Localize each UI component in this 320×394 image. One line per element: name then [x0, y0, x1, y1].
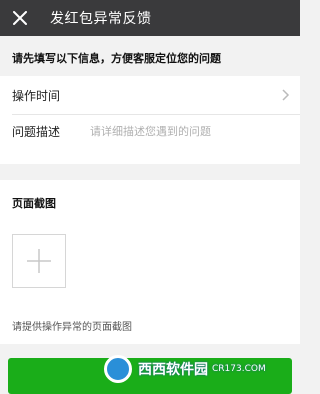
watermark: 西西软件园 CR173.COM: [104, 354, 266, 384]
problem-description-input[interactable]: 请详细描述您遇到的问题: [90, 123, 211, 139]
add-screenshot-button[interactable]: [12, 234, 66, 288]
watermark-logo: [104, 355, 132, 383]
operation-time-row[interactable]: 操作时间: [0, 76, 300, 114]
watermark-brand: 西西软件园: [138, 362, 208, 378]
problem-description-row[interactable]: 问题描述 请详细描述您遇到的问题: [0, 114, 300, 148]
close-icon: [13, 11, 27, 25]
problem-description-label: 问题描述: [12, 124, 61, 139]
close-button[interactable]: [0, 0, 40, 36]
plus-icon: [27, 249, 51, 273]
operation-time-label: 操作时间: [12, 88, 61, 103]
screenshot-hint: 请提供操作异常的页面截图: [12, 322, 132, 333]
watermark-url: CR173.COM: [212, 364, 266, 374]
title-bar: 发红包异常反馈: [0, 0, 300, 36]
screenshot-section-title: 页面截图: [12, 197, 56, 210]
chevron-right-icon: [282, 89, 290, 101]
page-title: 发红包异常反馈: [50, 11, 152, 27]
intro-text: 请先填写以下信息，方便客服定位您的问题: [12, 52, 221, 65]
